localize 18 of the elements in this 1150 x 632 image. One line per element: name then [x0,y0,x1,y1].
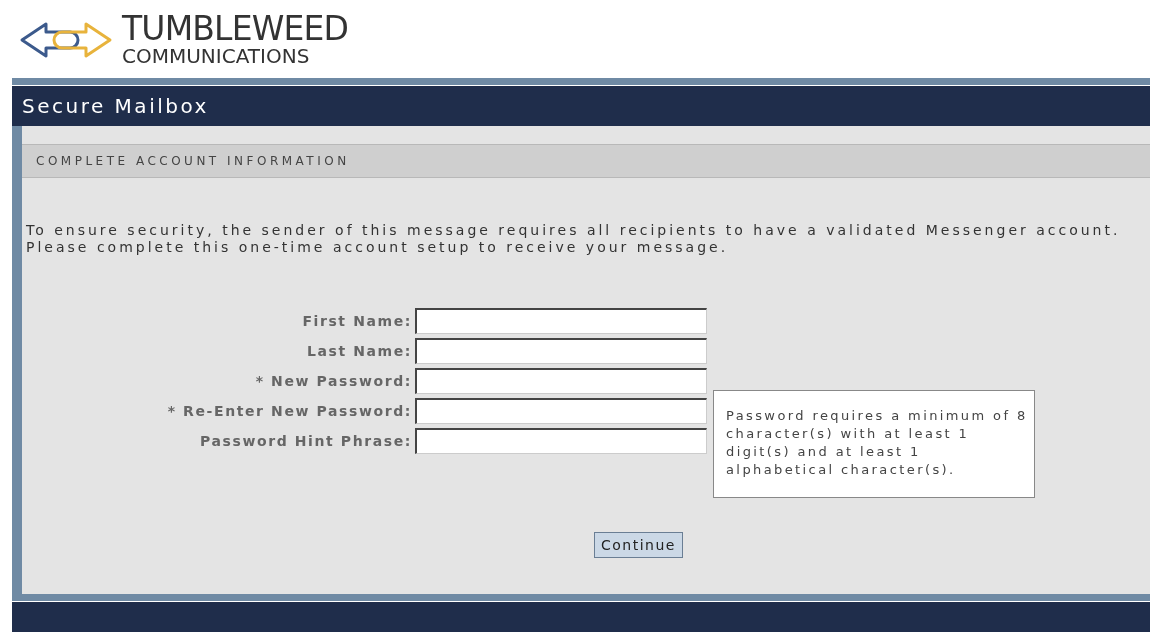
field-label: First Name: [301,311,413,331]
input-field[interactable] [415,398,707,424]
continue-button[interactable]: Continue [594,532,683,558]
field-label: * Re-Enter New Password: [166,401,413,421]
logo-tagline: COMMUNICATIONS [122,46,311,66]
input-field[interactable] [415,428,707,454]
intro-text: Please complete this one-time account setup to receive your message. [26,239,730,256]
field-label: Password Hint Phrase: [199,431,413,451]
section-title: COMPLETE ACCOUNT INFORMATION [36,153,350,170]
intro-text: To ensure security, the sender of this message requires all recipients to have a validated Messenger account. [26,222,1122,239]
input-field[interactable] [415,338,707,364]
page-title: Secure Mailbox [22,93,209,120]
logo-name: TUMBLEWEED [122,12,349,45]
password-hint: Password requires a minimum of 8 character(s) with at least 1 digit(s) and at least 1 alphabetical character(s). [713,390,1035,498]
field-label: Last Name: [305,341,413,361]
input-field[interactable] [415,368,707,394]
field-label: * New Password: [254,371,413,391]
input-field[interactable] [415,308,707,334]
